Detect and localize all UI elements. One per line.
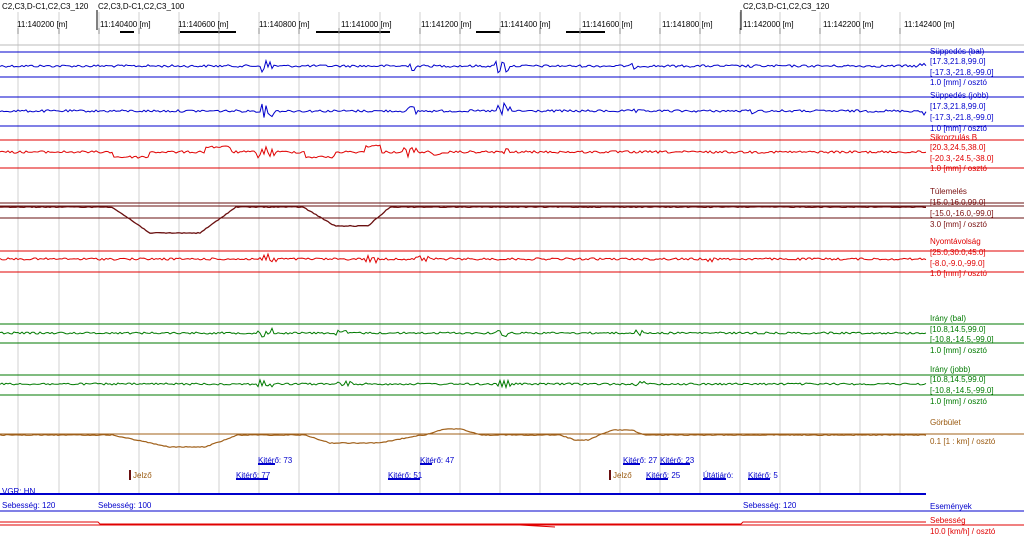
channel-title: Nyomtávolság: [930, 237, 981, 246]
channel-range-pos: [10.8,14.5,99.0]: [930, 325, 986, 334]
event-label: Kitérő: 5: [748, 471, 778, 480]
channel-title: Görbület: [930, 418, 961, 427]
channel-range-pos: [17.3,21.8,99.0]: [930, 102, 986, 111]
event-label: Útátjáró:: [703, 471, 734, 480]
x-tick-label: 11:141400 [m]: [500, 20, 551, 29]
channel-range-neg: [-15.0,-16.0,-99.0]: [930, 209, 994, 218]
event-label: Kitérő: 25: [646, 471, 681, 480]
vgr-label: VGR: HN: [2, 487, 36, 496]
speed-track-title: Sebesség: [930, 516, 966, 525]
event-label: Kitérő: 23: [660, 456, 695, 465]
x-tick-label: 11:141600 [m]: [582, 20, 633, 29]
channel-range-neg: [-17.3,-21.8,-99.0]: [930, 113, 994, 122]
x-tick-label: 11:141200 [m]: [421, 20, 472, 29]
x-tick-label: 11:140600 [m]: [178, 20, 229, 29]
speed-label: Sebesség: 120: [2, 501, 56, 510]
event-label: Kitérő: 27: [623, 456, 658, 465]
channel-range-neg: [-10.8,-14.5,-99.0]: [930, 386, 994, 395]
x-tick-label: 11:142000 [m]: [743, 20, 794, 29]
event-label: Kitérő: 77: [236, 471, 271, 480]
track-geometry-chart: [0, 10, 1024, 528]
channel-title: Süppedés (bal): [930, 47, 985, 56]
event-label: Jelző: [133, 471, 152, 480]
event-label: Kitérő: 73: [258, 456, 293, 465]
channel-scale: 1.0 [mm] / osztó: [930, 397, 987, 406]
event-label: Jelző: [613, 471, 632, 480]
event-label: Kitérő: 51: [388, 471, 423, 480]
channel-title: Sikrorzulás B: [930, 133, 978, 142]
x-tick-label: 11:141000 [m]: [341, 20, 392, 29]
channel-range-pos: [15.0,16.0,99.0]: [930, 198, 986, 207]
channel-scale: 1.0 [mm] / osztó: [930, 164, 987, 173]
channel-range-neg: [-17.3,-21.8,-99.0]: [930, 68, 994, 77]
channel-title: Irány (jobb): [930, 365, 971, 374]
x-tick-label: 11:140200 [m]: [17, 20, 68, 29]
events-track-title: Események: [930, 502, 972, 511]
channel-scale: 1.0 [mm] / osztó: [930, 124, 987, 133]
event-label: Kitérő: 47: [420, 456, 455, 465]
channel-scale: 1.0 [mm] / osztó: [930, 269, 987, 278]
x-tick-label: 11:141800 [m]: [662, 20, 713, 29]
channel-range-neg: [-20.3,-24.5,-38.0]: [930, 154, 994, 163]
section-label-right: C2,C3,D-C1,C2,C3_120: [743, 2, 830, 11]
speed-label: Sebesség: 100: [98, 501, 152, 510]
x-tick-label: 11:140400 [m]: [100, 20, 151, 29]
channel-title: Irány (bal): [930, 314, 967, 323]
channel-range-pos: [10.8,14.5,99.0]: [930, 375, 986, 384]
section-label-middle: C2,C3,D-C1,C2,C3_100: [98, 2, 185, 11]
channel-scale: 1.0 [mm] / osztó: [930, 78, 987, 87]
speed-trace: [0, 521, 926, 525]
channel-range-neg: [-10.8,-14.5,-99.0]: [930, 335, 994, 344]
channel-range-pos: [17.3,21.8,99.0]: [930, 57, 986, 66]
channel-scale: 3.0 [mm] / osztó: [930, 220, 987, 229]
channel-title: Süppedés (jobb): [930, 91, 989, 100]
channel-scale: 1.0 [mm] / osztó: [930, 346, 987, 355]
channel-range-neg: [-8.0,-9.0,-99.0]: [930, 259, 985, 268]
channel-scale: 0.1 [1 : km] / osztó: [930, 437, 996, 446]
section-label-left: C2,C3,D-C1,C2,C3_120: [2, 2, 89, 11]
channel-range-pos: [25.0,30.0,45.0]: [930, 248, 986, 257]
speed-label: Sebesség: 120: [743, 501, 797, 510]
channel-range-pos: [20.3,24.5,38.0]: [930, 143, 986, 152]
speed-track-scale: 10.0 [km/h] / osztó: [930, 527, 996, 536]
channel-title: Túlemelés: [930, 187, 967, 196]
x-tick-label: 11:140800 [m]: [259, 20, 310, 29]
x-tick-label: 11:142200 [m]: [823, 20, 874, 29]
x-tick-label: 11:142400 [m]: [904, 20, 955, 29]
